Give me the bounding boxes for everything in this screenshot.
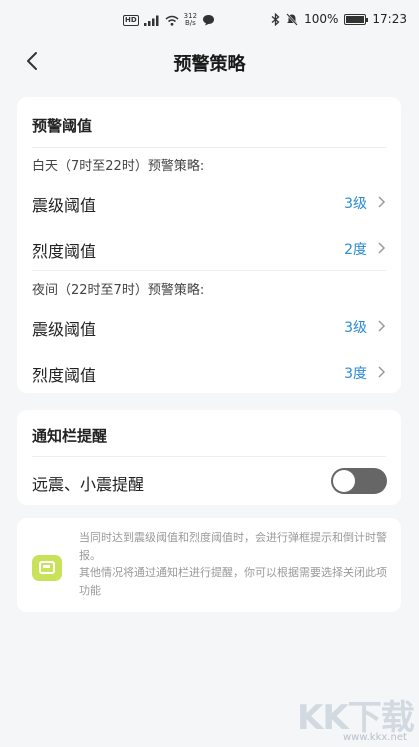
info-line-1: 当同时达到震级阈值和烈度阈值时，会进行弹框提示和倒计时警报。 [79, 531, 387, 562]
divider [32, 147, 386, 148]
distant-small-quake-toggle[interactable] [331, 468, 387, 494]
day-magnitude-row[interactable]: 震级阈值 3级 [17, 180, 401, 224]
day-intensity-row[interactable]: 烈度阈值 2度 [17, 226, 401, 270]
row-label: 烈度阈值 [32, 366, 97, 385]
notify-card-title: 通知栏提醒 [32, 427, 108, 445]
status-right: 100% 17:23 [271, 12, 407, 26]
toggle-label: 远震、小震提醒 [32, 475, 145, 494]
row-value: 3级 [344, 320, 367, 336]
chevron-right-icon [378, 242, 386, 254]
night-magnitude-row[interactable]: 震级阈值 3级 [17, 304, 401, 348]
distant-small-quake-row: 远震、小震提醒 [17, 459, 401, 503]
night-intensity-row[interactable]: 烈度阈值 3度 [17, 350, 401, 394]
threshold-card-title: 预警阈值 [32, 117, 93, 135]
bluetooth-icon [271, 12, 280, 26]
network-speed: 312 B/s [184, 13, 197, 27]
info-text: 当同时达到震级阈值和烈度阈值时，会进行弹框提示和倒计时警报。 其他情况将通过通知… [79, 529, 393, 599]
chevron-right-icon [378, 196, 386, 208]
notice-icon [32, 555, 62, 581]
status-bar: HD 312 B/s 100% 17:23 [0, 0, 419, 40]
battery-fill [346, 15, 365, 23]
message-icon [203, 15, 215, 26]
night-strategy-heading: 夜间（22时至7时）预警策略: [32, 283, 205, 298]
hd-badge: HD [123, 14, 139, 26]
row-label: 震级阈值 [32, 196, 97, 215]
divider [32, 270, 386, 271]
net-speed-unit: B/s [184, 19, 196, 27]
day-strategy-heading: 白天（7时至22时）预警策略: [32, 159, 205, 174]
page-title: 预警策略 [173, 54, 246, 75]
info-line-2: 其他情况将通过通知栏进行提醒，你可以根据需要选择关闭此项功能 [79, 566, 387, 597]
battery-icon [344, 13, 369, 25]
status-left: HD 312 B/s [123, 13, 215, 27]
warning-threshold-card: 预警阈值 白天（7时至22时）预警策略: 震级阈值 3级 烈度阈值 2度 夜间（… [17, 97, 401, 393]
info-box: 当同时达到震级阈值和烈度阈值时，会进行弹框提示和倒计时警报。 其他情况将通过通知… [17, 518, 401, 612]
row-value: 2度 [344, 242, 367, 258]
row-label: 烈度阈值 [32, 242, 97, 261]
mute-bell-icon [286, 12, 298, 26]
battery-percent: 100% [304, 12, 339, 26]
watermark-url: www.kkx.net [343, 732, 407, 743]
row-value: 3级 [344, 196, 367, 212]
wifi-icon [165, 15, 179, 26]
chevron-right-icon [378, 366, 386, 378]
row-value: 3度 [344, 366, 367, 382]
signal-icon [143, 15, 159, 26]
clock: 17:23 [372, 12, 407, 26]
divider [32, 456, 386, 457]
notification-card: 通知栏提醒 远震、小震提醒 [17, 410, 401, 505]
chevron-right-icon [378, 320, 386, 332]
row-label: 震级阈值 [32, 320, 97, 339]
toggle-knob [333, 470, 355, 492]
nav-bar: 预警策略 [0, 40, 419, 84]
